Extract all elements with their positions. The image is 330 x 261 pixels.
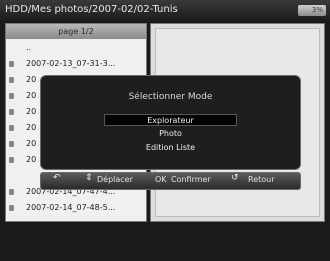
page-indicator: page 1/2	[6, 24, 146, 39]
title-bar: HDD/Mes photos/2007-02/02-Tunis 3%	[0, 0, 330, 21]
storage-indicator: 3%	[298, 5, 326, 16]
list-item-label: 2007-02-13_07-31-3...	[26, 59, 116, 68]
option-photo[interactable]: Photo	[104, 128, 237, 140]
confirm-hint: Confirmer	[171, 175, 211, 184]
list-item[interactable]: 2007-02-13_07-31-3...	[6, 56, 146, 72]
back-arrow-icon: ↶	[53, 173, 61, 183]
list-item[interactable]: 2007-02-14_07-48-5...	[6, 200, 146, 216]
file-icon	[9, 61, 14, 67]
list-item-label: 20	[26, 123, 37, 132]
list-item-label: 20	[26, 139, 37, 148]
file-icon	[9, 141, 14, 147]
file-icon	[9, 205, 14, 211]
list-item-label: 20	[26, 75, 37, 84]
file-icon	[9, 77, 14, 83]
option-edition-liste[interactable]: Edition Liste	[104, 142, 237, 154]
list-item-label: ..	[26, 43, 32, 52]
bottom-bar	[0, 222, 330, 261]
move-hint: Déplacer	[97, 175, 133, 184]
file-icon	[9, 109, 14, 115]
updown-arrows-icon: ⇕	[85, 173, 93, 183]
list-item-label: 20	[26, 91, 37, 100]
file-icon	[9, 93, 14, 99]
path-breadcrumb: HDD/Mes photos/2007-02/02-Tunis	[5, 4, 178, 15]
file-icon	[9, 157, 14, 163]
file-icon	[9, 125, 14, 131]
return-hint: Retour	[248, 175, 275, 184]
dialog-title: Sélectionner Mode	[128, 92, 213, 102]
list-item-label: 20	[26, 155, 37, 164]
list-item-parent[interactable]: ..	[6, 40, 146, 56]
ok-key-label: OK	[155, 175, 167, 184]
mode-select-dialog: Sélectionner Mode Explorateur Photo Edit…	[40, 75, 301, 170]
folder-up-icon	[9, 45, 14, 51]
return-icon: ↺	[231, 173, 239, 183]
option-explorateur[interactable]: Explorateur	[104, 114, 237, 126]
key-hint-bar: ↶ ⇕ Déplacer OK Confirmer ↺ Retour	[40, 172, 301, 190]
file-icon	[9, 189, 14, 195]
list-item-label: 2007-02-14_07-48-5...	[26, 203, 116, 212]
list-item-label: 20	[26, 107, 37, 116]
